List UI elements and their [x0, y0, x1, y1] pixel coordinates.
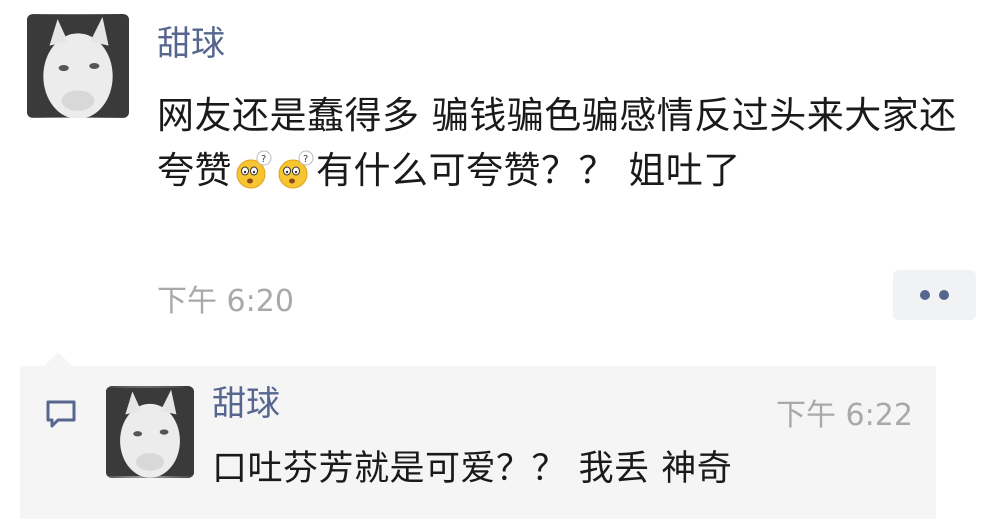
comment-content[interactable]: 口吐芬芳就是可爱？？ 我丢 神奇 — [212, 440, 732, 491]
svg-text:?: ? — [261, 154, 267, 165]
comment-author-avatar[interactable] — [106, 386, 194, 478]
panel-arrow — [44, 352, 72, 366]
svg-text:?: ? — [303, 154, 309, 165]
post-timestamp: 下午 6:20 — [157, 284, 294, 319]
dot-icon — [920, 290, 930, 300]
horse-avatar-icon — [27, 15, 129, 118]
dot-icon — [939, 290, 949, 300]
comment-icon — [46, 400, 76, 428]
post-content: 网友还是蠢得多 骗钱骗色骗感情反过头来大家还夸赞?? 有什么可夸赞？？ 姐吐了 — [157, 88, 987, 198]
horse-avatar-icon — [106, 388, 194, 478]
post-author-name[interactable]: 甜球 — [157, 24, 225, 64]
more-actions-button[interactable] — [893, 270, 976, 320]
dizzy-question-emoji-icon: ? — [278, 150, 314, 189]
dizzy-question-emoji-icon: ? — [236, 150, 272, 189]
post-text-part2: 有什么可夸赞？？ 姐吐了 — [316, 149, 741, 192]
comment-timestamp: 下午 6:22 — [776, 398, 913, 433]
comment-author-name[interactable]: 甜球 — [212, 384, 280, 424]
post-author-avatar[interactable] — [27, 14, 129, 118]
